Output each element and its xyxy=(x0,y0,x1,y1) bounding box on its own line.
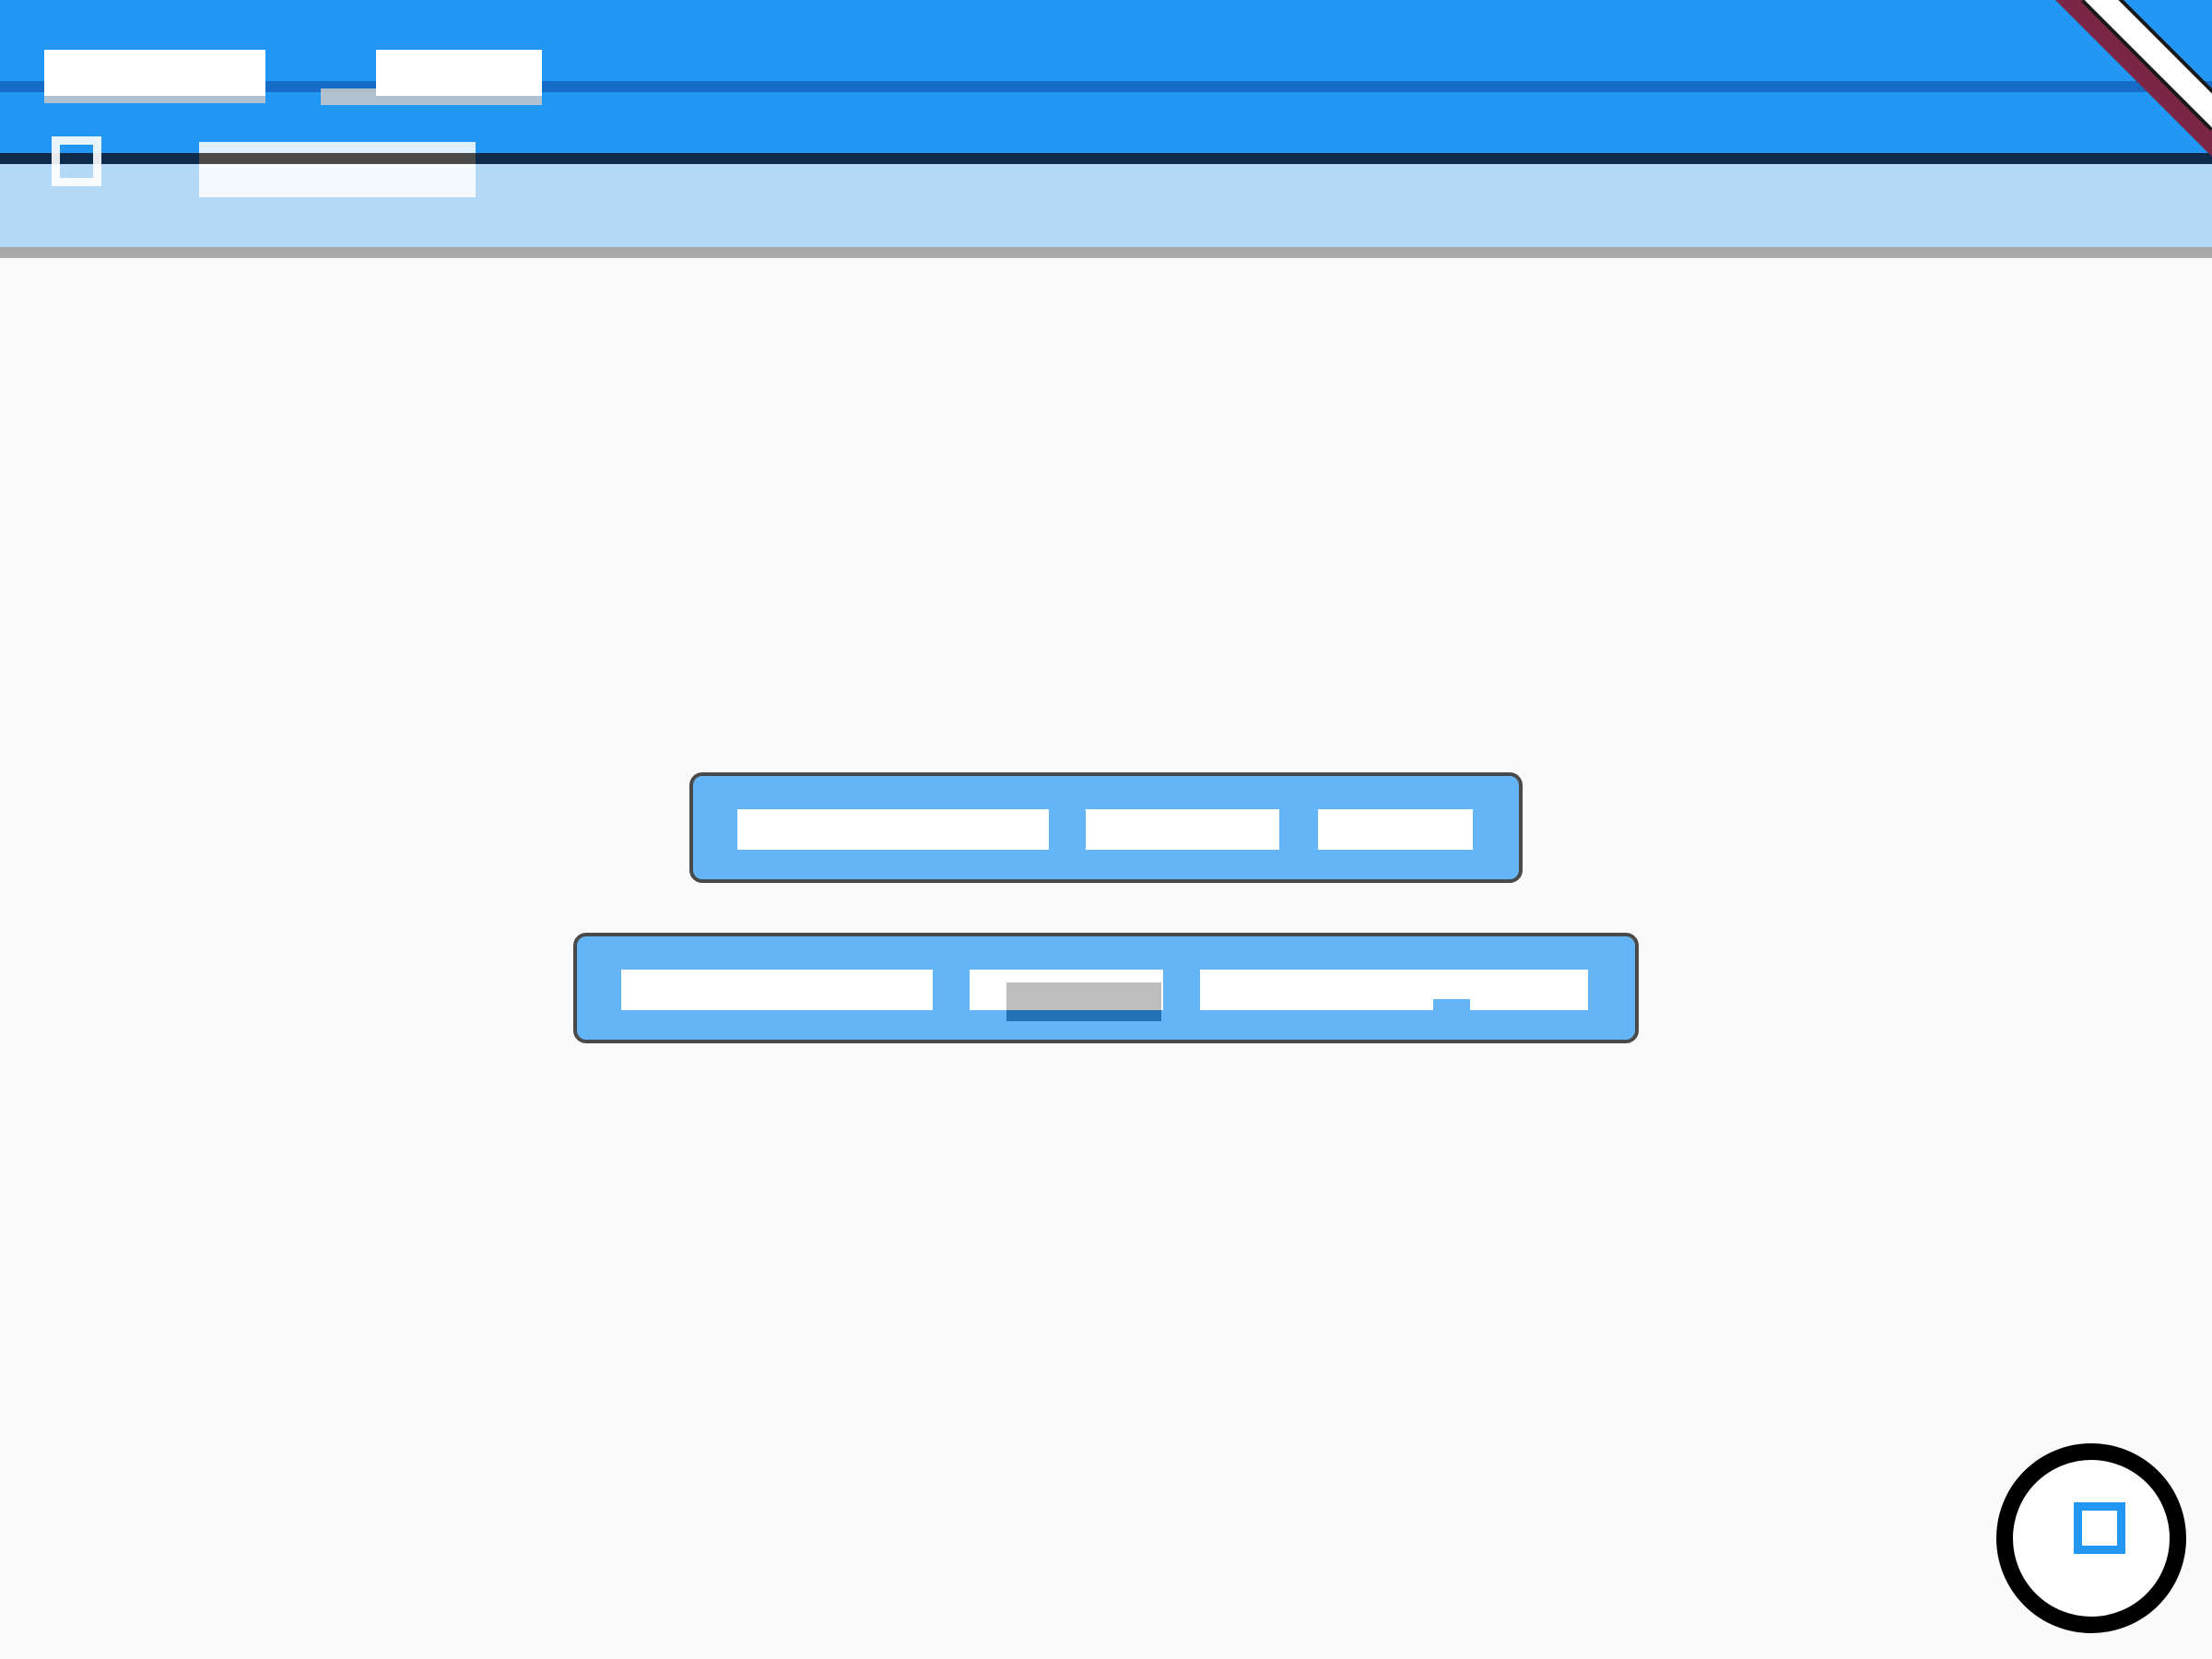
sub-toolbar-label-rule xyxy=(199,153,476,164)
app-header xyxy=(0,0,2212,155)
action-bar-secondary xyxy=(573,933,1639,1043)
floating-action-button[interactable] xyxy=(1996,1443,2186,1633)
action-bar-primary xyxy=(689,772,1523,883)
close-icon xyxy=(2055,0,2212,157)
action-item-notch xyxy=(1433,970,1470,999)
sub-toolbar-label[interactable] xyxy=(199,142,476,197)
action-item[interactable] xyxy=(1086,809,1279,850)
action-item[interactable] xyxy=(1200,970,1433,1010)
action-item[interactable] xyxy=(621,970,933,1010)
action-item[interactable] xyxy=(1318,809,1473,850)
square-outline-icon[interactable] xyxy=(52,136,101,186)
sub-toolbar-divider xyxy=(0,247,2212,258)
action-item[interactable] xyxy=(1470,970,1588,1010)
action-item[interactable] xyxy=(737,809,1049,850)
close-button[interactable] xyxy=(2055,0,2212,157)
app-title-b xyxy=(376,50,542,96)
app-title-a xyxy=(44,50,265,96)
square-outline-icon xyxy=(2074,1502,2125,1554)
pressed-highlight xyxy=(1006,982,1161,1010)
